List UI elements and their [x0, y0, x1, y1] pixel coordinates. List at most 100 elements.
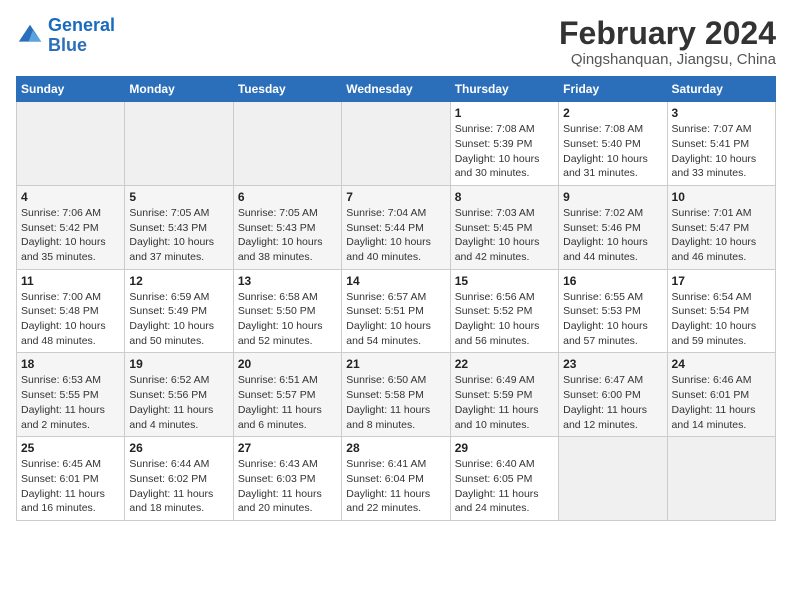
day-info: Sunrise: 6:50 AM Sunset: 5:58 PM Dayligh… — [346, 373, 445, 432]
day-number: 8 — [455, 190, 554, 204]
calendar-cell: 26 Sunrise: 6:44 AM Sunset: 6:02 PM Dayli… — [125, 437, 233, 521]
weekday-header-thursday: Thursday — [450, 77, 558, 102]
day-number: 9 — [563, 190, 662, 204]
calendar-cell: 18 Sunrise: 6:53 AM Sunset: 5:55 PM Dayli… — [17, 353, 125, 437]
weekday-header-wednesday: Wednesday — [342, 77, 450, 102]
calendar-header: SundayMondayTuesdayWednesdayThursdayFrid… — [17, 77, 776, 102]
day-info: Sunrise: 6:57 AM Sunset: 5:51 PM Dayligh… — [346, 290, 445, 349]
calendar-cell: 27Sunrise: 6:43 AM Sunset: 6:03 PM Dayli… — [233, 437, 341, 521]
day-info: Sunrise: 6:49 AM Sunset: 5:59 PM Dayligh… — [455, 373, 554, 432]
day-number: 5 — [129, 190, 228, 204]
day-number: 15 — [455, 274, 554, 288]
day-number: 22 — [455, 357, 554, 371]
calendar-cell: 2 Sunrise: 7:08 AM Sunset: 5:40 PM Daylig… — [559, 102, 667, 186]
day-number: 28 — [346, 441, 445, 455]
day-info: Sunrise: 6:45 AM Sunset: 6:01 PM Dayligh… — [21, 457, 120, 516]
calendar-cell: 24Sunrise: 6:46 AM Sunset: 6:01 PM Dayli… — [667, 353, 775, 437]
day-info: Sunrise: 7:05 AM Sunset: 5:43 PM Dayligh… — [129, 206, 228, 265]
day-info: Sunrise: 6:46 AM Sunset: 6:01 PM Dayligh… — [672, 373, 771, 432]
calendar-cell: 9 Sunrise: 7:02 AM Sunset: 5:46 PM Daylig… — [559, 185, 667, 269]
calendar-cell: 22 Sunrise: 6:49 AM Sunset: 5:59 PM Dayli… — [450, 353, 558, 437]
day-info: Sunrise: 7:08 AM Sunset: 5:40 PM Dayligh… — [563, 122, 662, 181]
calendar-cell — [667, 437, 775, 521]
day-info: Sunrise: 6:52 AM Sunset: 5:56 PM Dayligh… — [129, 373, 228, 432]
logo-icon — [16, 22, 44, 50]
day-number: 29 — [455, 441, 554, 455]
day-number: 13 — [238, 274, 337, 288]
calendar-cell: 4Sunrise: 7:06 AM Sunset: 5:42 PM Daylig… — [17, 185, 125, 269]
day-info: Sunrise: 6:55 AM Sunset: 5:53 PM Dayligh… — [563, 290, 662, 349]
calendar-cell: 21 Sunrise: 6:50 AM Sunset: 5:58 PM Dayli… — [342, 353, 450, 437]
day-number: 2 — [563, 106, 662, 120]
calendar-cell: 16 Sunrise: 6:55 AM Sunset: 5:53 PM Dayli… — [559, 269, 667, 353]
calendar-cell: 11Sunrise: 7:00 AM Sunset: 5:48 PM Dayli… — [17, 269, 125, 353]
calendar-cell: 10 Sunrise: 7:01 AM Sunset: 5:47 PM Dayli… — [667, 185, 775, 269]
weekday-header-sunday: Sunday — [17, 77, 125, 102]
calendar-cell: 19 Sunrise: 6:52 AM Sunset: 5:56 PM Dayli… — [125, 353, 233, 437]
calendar-cell: 29 Sunrise: 6:40 AM Sunset: 6:05 PM Dayli… — [450, 437, 558, 521]
calendar-cell — [125, 102, 233, 186]
day-number: 1 — [455, 106, 554, 120]
day-number: 14 — [346, 274, 445, 288]
day-number: 26 — [129, 441, 228, 455]
calendar-cell: 20Sunrise: 6:51 AM Sunset: 5:57 PM Dayli… — [233, 353, 341, 437]
day-number: 7 — [346, 190, 445, 204]
day-number: 23 — [563, 357, 662, 371]
day-number: 10 — [672, 190, 771, 204]
day-number: 19 — [129, 357, 228, 371]
week-row-3: 11Sunrise: 7:00 AM Sunset: 5:48 PM Dayli… — [17, 269, 776, 353]
day-info: Sunrise: 6:40 AM Sunset: 6:05 PM Dayligh… — [455, 457, 554, 516]
calendar-cell: 23 Sunrise: 6:47 AM Sunset: 6:00 PM Dayli… — [559, 353, 667, 437]
week-row-4: 18 Sunrise: 6:53 AM Sunset: 5:55 PM Dayli… — [17, 353, 776, 437]
calendar-cell: 12 Sunrise: 6:59 AM Sunset: 5:49 PM Dayli… — [125, 269, 233, 353]
day-number: 20 — [238, 357, 337, 371]
day-info: Sunrise: 6:53 AM Sunset: 5:55 PM Dayligh… — [21, 373, 120, 432]
day-info: Sunrise: 7:08 AM Sunset: 5:39 PM Dayligh… — [455, 122, 554, 181]
week-row-5: 25 Sunrise: 6:45 AM Sunset: 6:01 PM Dayli… — [17, 437, 776, 521]
calendar-cell: 3Sunrise: 7:07 AM Sunset: 5:41 PM Daylig… — [667, 102, 775, 186]
day-info: Sunrise: 7:02 AM Sunset: 5:46 PM Dayligh… — [563, 206, 662, 265]
day-number: 11 — [21, 274, 120, 288]
calendar-cell: 8 Sunrise: 7:03 AM Sunset: 5:45 PM Daylig… — [450, 185, 558, 269]
day-info: Sunrise: 6:58 AM Sunset: 5:50 PM Dayligh… — [238, 290, 337, 349]
calendar-cell: 15 Sunrise: 6:56 AM Sunset: 5:52 PM Dayli… — [450, 269, 558, 353]
day-info: Sunrise: 7:03 AM Sunset: 5:45 PM Dayligh… — [455, 206, 554, 265]
calendar-cell: 1 Sunrise: 7:08 AM Sunset: 5:39 PM Daylig… — [450, 102, 558, 186]
weekday-header-monday: Monday — [125, 77, 233, 102]
calendar-cell: 7Sunrise: 7:04 AM Sunset: 5:44 PM Daylig… — [342, 185, 450, 269]
calendar-cell — [233, 102, 341, 186]
day-info: Sunrise: 6:44 AM Sunset: 6:02 PM Dayligh… — [129, 457, 228, 516]
logo-line2: Blue — [48, 35, 87, 55]
day-info: Sunrise: 6:59 AM Sunset: 5:49 PM Dayligh… — [129, 290, 228, 349]
logo: General Blue — [16, 16, 115, 56]
week-row-2: 4Sunrise: 7:06 AM Sunset: 5:42 PM Daylig… — [17, 185, 776, 269]
week-row-1: 1 Sunrise: 7:08 AM Sunset: 5:39 PM Daylig… — [17, 102, 776, 186]
calendar-cell: 6Sunrise: 7:05 AM Sunset: 5:43 PM Daylig… — [233, 185, 341, 269]
day-info: Sunrise: 6:47 AM Sunset: 6:00 PM Dayligh… — [563, 373, 662, 432]
day-number: 16 — [563, 274, 662, 288]
day-info: Sunrise: 7:01 AM Sunset: 5:47 PM Dayligh… — [672, 206, 771, 265]
day-info: Sunrise: 6:56 AM Sunset: 5:52 PM Dayligh… — [455, 290, 554, 349]
day-number: 17 — [672, 274, 771, 288]
day-number: 25 — [21, 441, 120, 455]
day-info: Sunrise: 7:07 AM Sunset: 5:41 PM Dayligh… — [672, 122, 771, 181]
subtitle: Qingshanquan, Jiangsu, China — [559, 51, 776, 68]
day-info: Sunrise: 6:43 AM Sunset: 6:03 PM Dayligh… — [238, 457, 337, 516]
calendar-cell: 17Sunrise: 6:54 AM Sunset: 5:54 PM Dayli… — [667, 269, 775, 353]
main-title: February 2024 — [559, 16, 776, 51]
weekday-header-saturday: Saturday — [667, 77, 775, 102]
day-number: 4 — [21, 190, 120, 204]
calendar-cell: 25 Sunrise: 6:45 AM Sunset: 6:01 PM Dayli… — [17, 437, 125, 521]
calendar-cell: 5 Sunrise: 7:05 AM Sunset: 5:43 PM Daylig… — [125, 185, 233, 269]
day-number: 12 — [129, 274, 228, 288]
day-info: Sunrise: 6:41 AM Sunset: 6:04 PM Dayligh… — [346, 457, 445, 516]
title-block: February 2024 Qingshanquan, Jiangsu, Chi… — [559, 16, 776, 68]
calendar-cell: 28 Sunrise: 6:41 AM Sunset: 6:04 PM Dayli… — [342, 437, 450, 521]
calendar-cell — [342, 102, 450, 186]
weekday-header-tuesday: Tuesday — [233, 77, 341, 102]
day-number: 21 — [346, 357, 445, 371]
calendar-cell: 14 Sunrise: 6:57 AM Sunset: 5:51 PM Dayli… — [342, 269, 450, 353]
day-number: 6 — [238, 190, 337, 204]
day-number: 18 — [21, 357, 120, 371]
calendar-body: 1 Sunrise: 7:08 AM Sunset: 5:39 PM Daylig… — [17, 102, 776, 521]
